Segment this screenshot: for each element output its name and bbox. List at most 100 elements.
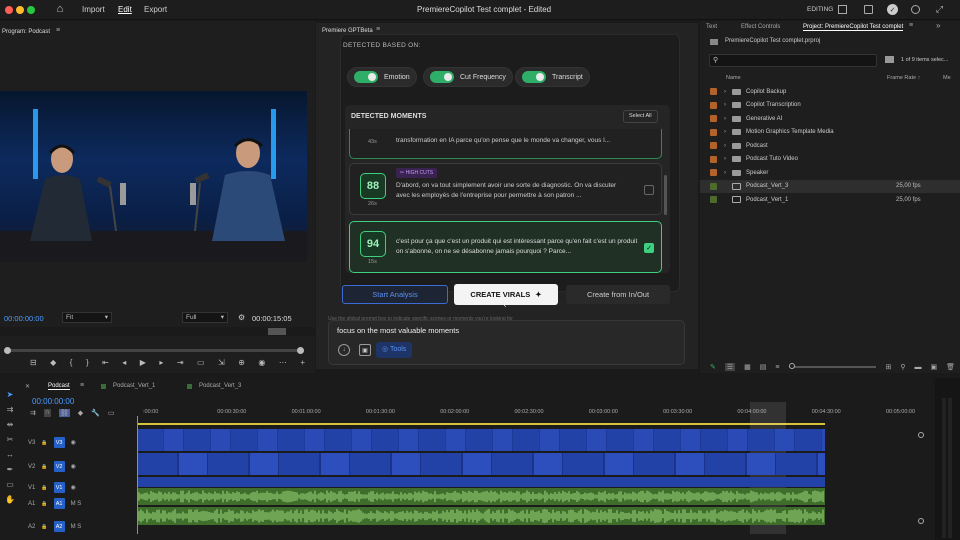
scroll-handle[interactable] xyxy=(918,432,924,438)
label-color-swatch[interactable] xyxy=(710,128,717,136)
label-color-swatch[interactable] xyxy=(710,115,717,123)
quality-dropdown[interactable]: Full ▾ xyxy=(182,312,228,323)
tools-button[interactable]: ◎ Tools xyxy=(376,342,413,358)
mute-solo-icon[interactable]: M S xyxy=(71,501,82,507)
label-color-swatch[interactable] xyxy=(710,155,717,163)
prompt-box[interactable]: focus on the most valuable moments ↓ ▣ ◎… xyxy=(328,320,685,365)
wrench-icon[interactable]: ⚙ xyxy=(238,313,245,322)
find-icon[interactable]: ⚲ xyxy=(900,363,905,371)
fit-dropdown[interactable]: Fit ▾ xyxy=(62,312,112,323)
v2-clips[interactable] xyxy=(137,453,825,475)
automate-icon[interactable]: ⊞ xyxy=(885,363,891,371)
add-button-icon[interactable]: + xyxy=(300,358,305,370)
timeline-tab-podcast[interactable]: Podcast xyxy=(48,383,70,390)
playhead[interactable] xyxy=(137,416,138,534)
lock-icon[interactable]: 🔒 xyxy=(41,440,47,446)
expand-chevron-icon[interactable]: › xyxy=(724,116,732,122)
marker-icon[interactable]: ◆ xyxy=(50,358,56,370)
eye-icon[interactable]: ◉ xyxy=(71,463,76,470)
zoom-window-icon[interactable] xyxy=(27,6,35,14)
project-row[interactable]: › Speaker xyxy=(700,166,960,180)
moment-card-selected[interactable]: 94 15s c'est pour ça que c'est un produi… xyxy=(349,221,662,273)
freeform-view-icon[interactable]: ▤ xyxy=(760,363,767,371)
track-target[interactable]: V2 xyxy=(53,461,65,472)
list-view-icon[interactable]: ☰ xyxy=(724,363,736,371)
mark-in-icon[interactable]: { xyxy=(70,358,73,370)
expand-chevron-icon[interactable]: › xyxy=(724,102,732,108)
label-color-swatch[interactable] xyxy=(710,142,717,150)
download-icon[interactable]: ↓ xyxy=(338,344,350,356)
go-to-in-icon[interactable]: ⇤ xyxy=(102,358,109,370)
selection-tool-icon[interactable]: ➤ xyxy=(7,390,14,399)
expand-icon[interactable]: ⤢ xyxy=(934,4,945,15)
panel-menu-icon[interactable]: ≡ xyxy=(56,27,60,34)
project-search-input[interactable]: ⚲ xyxy=(709,54,877,67)
toggle-emotion[interactable]: Emotion xyxy=(347,67,417,87)
track-target[interactable]: A1 xyxy=(53,498,65,509)
timeline-tab-vert1[interactable]: Podcast_Vert_1 xyxy=(113,383,155,389)
lock-icon[interactable]: 🔒 xyxy=(41,501,47,507)
camera-icon[interactable]: ◉ xyxy=(258,358,265,370)
mark-out-icon[interactable]: } xyxy=(86,358,89,370)
column-name[interactable]: Name xyxy=(726,75,741,81)
track-target[interactable]: A2 xyxy=(53,521,65,532)
go-to-out-icon[interactable]: ⇥ xyxy=(177,358,184,370)
progress-icon[interactable] xyxy=(911,5,920,14)
zoom-slider[interactable] xyxy=(788,363,877,369)
check-icon[interactable]: ✓ xyxy=(887,4,898,15)
lock-icon[interactable]: 🔒 xyxy=(41,524,47,530)
label-color-swatch[interactable] xyxy=(710,196,717,204)
v3-clips[interactable] xyxy=(137,429,825,451)
close-window-icon[interactable] xyxy=(5,6,13,14)
project-row[interactable]: Podcast_Vert_1 25,00 fps xyxy=(700,193,960,207)
project-row[interactable]: Podcast_Vert_3 25,00 fps xyxy=(700,179,960,193)
expand-chevron-icon[interactable]: › xyxy=(724,156,732,162)
new-bin-button-icon[interactable]: ▬ xyxy=(914,364,921,371)
moment-card[interactable]: 43s transformation en IA parce qu'on pen… xyxy=(349,129,662,159)
scroll-handle[interactable] xyxy=(297,347,304,354)
menu-export[interactable]: Export xyxy=(144,5,167,14)
play-icon[interactable]: ▶ xyxy=(140,358,146,370)
slip-tool-icon[interactable]: ↔ xyxy=(6,450,14,459)
compare-icon[interactable]: ⊕ xyxy=(238,358,245,370)
captions-icon[interactable]: ▭ xyxy=(108,409,115,417)
work-area-bar[interactable] xyxy=(137,423,825,425)
start-analysis-button[interactable]: Start Analysis xyxy=(342,285,448,304)
label-color-swatch[interactable] xyxy=(710,169,717,177)
razor-icon[interactable]: ✂ xyxy=(7,435,14,444)
toggle-switch[interactable] xyxy=(522,71,546,83)
new-item-icon[interactable]: ▣ xyxy=(930,363,937,371)
prompt-input[interactable]: focus on the most valuable moments xyxy=(337,326,459,335)
lock-icon[interactable]: 🔒 xyxy=(41,464,47,470)
mute-solo-icon[interactable]: M S xyxy=(71,524,82,530)
close-tab-icon[interactable]: ✕ xyxy=(25,383,30,390)
eye-icon[interactable]: ◉ xyxy=(71,439,76,446)
label-color-swatch[interactable] xyxy=(710,101,717,109)
select-all-button[interactable]: Select All xyxy=(623,110,658,123)
v1-clips[interactable] xyxy=(137,477,825,487)
lift-icon[interactable]: ⊟ xyxy=(30,358,37,370)
moment-card[interactable]: 88 26s ✂ HIGH CUTS D'abord, on va tout s… xyxy=(349,163,662,215)
scroll-handle[interactable] xyxy=(4,347,11,354)
toggle-transcript[interactable]: Transcript xyxy=(515,67,590,87)
timeline-timecode[interactable]: 00:00:00:00 xyxy=(32,397,74,406)
column-media[interactable]: Me xyxy=(943,75,951,81)
track-target[interactable]: V1 xyxy=(53,482,65,493)
tab-project[interactable]: Project: PremiereCopilot Test complet xyxy=(803,24,904,31)
eye-icon[interactable]: ◉ xyxy=(71,484,76,491)
project-row[interactable]: › Motion Graphics Template Media xyxy=(700,126,960,140)
project-row[interactable]: › Copilot Backup xyxy=(700,85,960,99)
project-row[interactable]: › Podcast xyxy=(700,139,960,153)
snap-icon[interactable]: ∩ xyxy=(43,409,51,417)
ripple-edit-icon[interactable]: ⇹ xyxy=(7,420,14,429)
lock-icon[interactable]: 🔒 xyxy=(41,485,47,491)
icon-view-icon[interactable]: ▦ xyxy=(744,363,751,371)
workspace-label[interactable]: EDITING xyxy=(807,6,833,13)
more-panels-icon[interactable]: » xyxy=(936,21,940,30)
home-icon[interactable]: ⌂ xyxy=(54,3,66,15)
insert-icon[interactable]: ▭ xyxy=(197,358,205,370)
label-color-swatch[interactable] xyxy=(710,88,717,96)
step-back-icon[interactable]: ◂ xyxy=(122,358,126,370)
expand-chevron-icon[interactable]: › xyxy=(724,143,732,149)
minimize-window-icon[interactable] xyxy=(16,6,24,14)
